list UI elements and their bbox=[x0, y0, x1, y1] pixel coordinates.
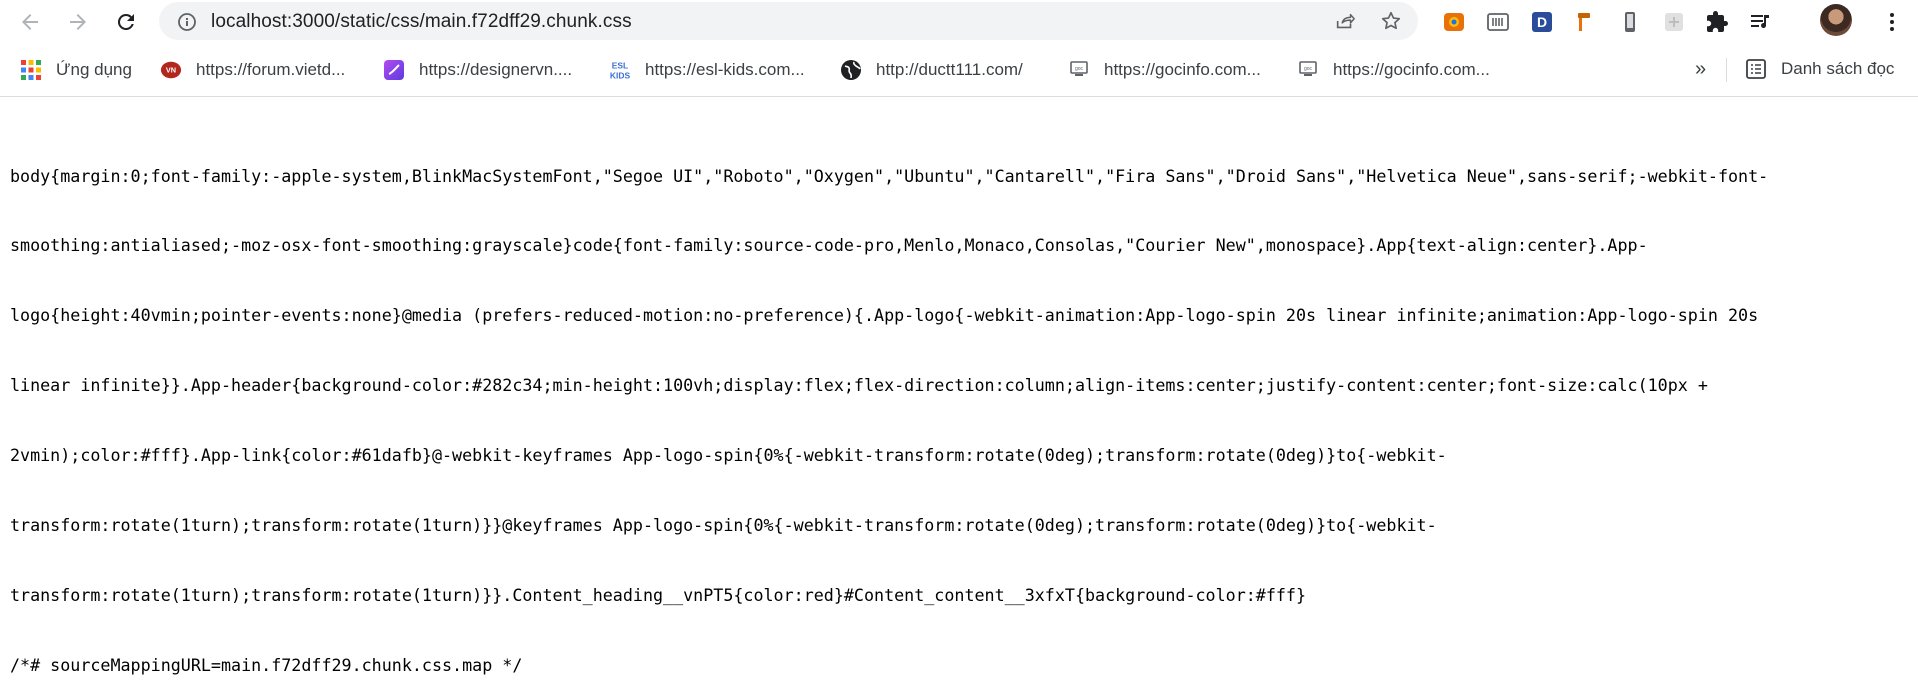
puzzle-icon[interactable] bbox=[1703, 8, 1731, 36]
reload-icon bbox=[117, 13, 134, 30]
forward-arrow-icon bbox=[70, 14, 86, 30]
bookmark-label: https://esl-kids.com... bbox=[645, 60, 805, 79]
info-icon[interactable] bbox=[177, 12, 197, 37]
bookmark-label: https://forum.vietd... bbox=[196, 60, 346, 79]
bookmark-forum[interactable]: VN https://forum.vietd... bbox=[160, 58, 345, 82]
css-line: linear infinite}}.App-header{background-… bbox=[10, 375, 1708, 396]
svg-text:goc: goc bbox=[1304, 66, 1313, 72]
reading-list-label: Danh sách đọc bbox=[1781, 59, 1895, 78]
reading-list-button[interactable]: Danh sách đọc bbox=[1745, 58, 1894, 80]
star-icon[interactable] bbox=[1380, 10, 1402, 37]
css-line: transform:rotate(1turn);transform:rotate… bbox=[10, 584, 1307, 605]
reload-button[interactable] bbox=[112, 8, 140, 36]
bookmarks-bar: Ứng dụng VN https://forum.vietd... https… bbox=[0, 44, 1918, 97]
bookmark-gocinfo-1[interactable]: goc https://gocinfo.com... bbox=[1068, 58, 1261, 82]
share-icon[interactable] bbox=[1334, 10, 1356, 37]
barcode-extension-icon[interactable] bbox=[1484, 8, 1512, 36]
svg-text:D: D bbox=[1537, 14, 1547, 30]
source-map-comment: /*# sourceMappingURL=main.f72dff29.chunk… bbox=[10, 654, 523, 675]
gocinfo-favicon: goc bbox=[1297, 59, 1319, 81]
css-line: body{margin:0;font-family:-apple-system,… bbox=[10, 165, 1769, 186]
orange-camera-extension-icon[interactable] bbox=[1440, 8, 1468, 36]
css-line: transform:rotate(1turn);transform:rotate… bbox=[10, 515, 1437, 536]
d-badge-extension-icon[interactable]: D bbox=[1528, 8, 1556, 36]
apps-grid-icon bbox=[20, 59, 42, 81]
css-source-text: body{margin:0;font-family:-apple-system,… bbox=[10, 118, 1910, 700]
globe-icon bbox=[840, 59, 862, 81]
bookmarks-divider bbox=[1726, 58, 1727, 82]
esl-kids-favicon: ESL KIDS bbox=[609, 59, 631, 81]
reading-list-icon bbox=[1745, 58, 1767, 80]
bookmark-gocinfo-2[interactable]: goc https://gocinfo.com... bbox=[1297, 58, 1490, 82]
css-line: logo{height:40vmin;pointer-events:none}@… bbox=[10, 305, 1759, 326]
media-control-icon[interactable] bbox=[1746, 8, 1774, 36]
three-dots-menu-icon[interactable] bbox=[1878, 8, 1906, 36]
gocinfo-favicon: goc bbox=[1068, 59, 1090, 81]
bookmark-label: http://ductt111.com/ bbox=[876, 60, 1023, 79]
forward-button[interactable] bbox=[64, 8, 92, 36]
bookmark-ductt111[interactable]: http://ductt111.com/ bbox=[840, 58, 1023, 82]
bookmark-esl-kids[interactable]: ESL KIDS https://esl-kids.com... bbox=[609, 58, 805, 82]
bookmark-label: https://gocinfo.com... bbox=[1333, 60, 1490, 79]
css-line: smoothing:antialiased;-moz-osx-font-smoo… bbox=[10, 235, 1648, 256]
bookmark-label: https://designervn.... bbox=[419, 60, 573, 79]
svg-text:ESL: ESL bbox=[612, 60, 628, 70]
svg-text:VN: VN bbox=[166, 66, 176, 75]
address-bar[interactable]: localhost:3000/static/css/main.f72dff29.… bbox=[159, 2, 1418, 40]
profile-avatar[interactable] bbox=[1820, 4, 1852, 36]
url-text[interactable]: localhost:3000/static/css/main.f72dff29.… bbox=[211, 11, 632, 33]
back-button[interactable] bbox=[16, 8, 44, 36]
svg-text:KIDS: KIDS bbox=[610, 70, 631, 80]
forum-favicon: VN bbox=[160, 59, 182, 81]
bookmark-designervn[interactable]: https://designervn.... bbox=[383, 58, 572, 82]
phone-extension-icon[interactable] bbox=[1616, 8, 1644, 36]
browser-toolbar: localhost:3000/static/css/main.f72dff29.… bbox=[0, 0, 1918, 44]
more-bookmarks-button[interactable]: » bbox=[1695, 58, 1706, 81]
bookmark-label: https://gocinfo.com... bbox=[1104, 60, 1261, 79]
bookmark-label: Ứng dụng bbox=[56, 60, 132, 79]
hammer-extension-icon[interactable] bbox=[1572, 8, 1600, 36]
css-line: 2vmin);color:#fff}.App-link{color:#61daf… bbox=[10, 445, 1447, 466]
svg-text:goc: goc bbox=[1075, 66, 1084, 72]
designervn-favicon bbox=[383, 59, 405, 81]
gray-square-extension-icon[interactable] bbox=[1660, 8, 1688, 36]
bookmark-apps[interactable]: Ứng dụng bbox=[20, 58, 132, 82]
back-arrow-icon bbox=[22, 14, 38, 30]
